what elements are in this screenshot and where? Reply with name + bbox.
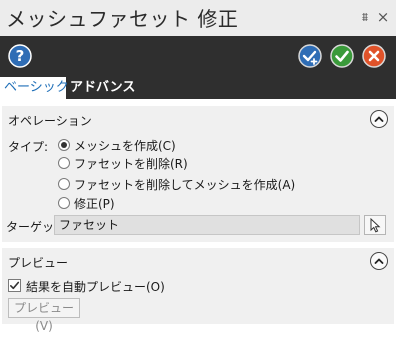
type-label: タイプ: [8, 140, 49, 154]
operation-header: オペレーション [8, 114, 92, 128]
auto-preview-label[interactable]: 結果を自動プレビュー(O) [26, 278, 165, 295]
radio-modify[interactable] [58, 197, 70, 209]
radio-create-mesh[interactable] [58, 139, 70, 151]
radio-delete-and-create-label[interactable]: ファセットを削除してメッシュを作成(A) [74, 176, 295, 193]
panel-title: メッシュファセット 修正 [6, 7, 239, 31]
radio-modify-label[interactable]: 修正(P) [74, 195, 115, 212]
collapse-preview-icon[interactable] [370, 252, 388, 270]
select-target-button[interactable] [364, 215, 386, 235]
radio-delete-and-create[interactable] [58, 178, 70, 190]
tab-advanced[interactable]: アドバンス [66, 77, 139, 99]
apply-plus-icon[interactable] [298, 44, 322, 68]
title-bar: メッシュファセット 修正 ⩩ × [0, 0, 396, 36]
auto-preview-checkbox[interactable] [8, 279, 21, 292]
pin-icon[interactable]: ⩩ [358, 9, 372, 25]
cursor-icon [370, 218, 381, 233]
radio-delete-facets[interactable] [58, 157, 70, 169]
collapse-operation-icon[interactable] [370, 110, 388, 128]
close-icon[interactable]: × [376, 9, 390, 25]
tab-basic[interactable]: ベーシック [0, 77, 69, 99]
ok-check-icon[interactable] [330, 44, 354, 68]
preview-header: プレビュー [8, 256, 69, 270]
target-field[interactable]: ファセット [54, 215, 360, 235]
mesh-facet-modify-panel: メッシュファセット 修正 ⩩ × ? ベーシック アドバンス オペレーション タ… [0, 0, 396, 342]
radio-delete-facets-label[interactable]: ファセットを削除(R) [74, 155, 188, 172]
help-icon[interactable]: ? [8, 44, 32, 68]
svg-text:?: ? [16, 47, 25, 65]
cancel-x-icon[interactable] [362, 44, 386, 68]
radio-create-mesh-label[interactable]: メッシュを作成(C) [74, 137, 176, 154]
preview-button[interactable]: プレビュー(V) [8, 298, 80, 333]
tab-strip: ベーシック アドバンス [0, 77, 396, 99]
command-toolbar: ? [0, 36, 396, 77]
